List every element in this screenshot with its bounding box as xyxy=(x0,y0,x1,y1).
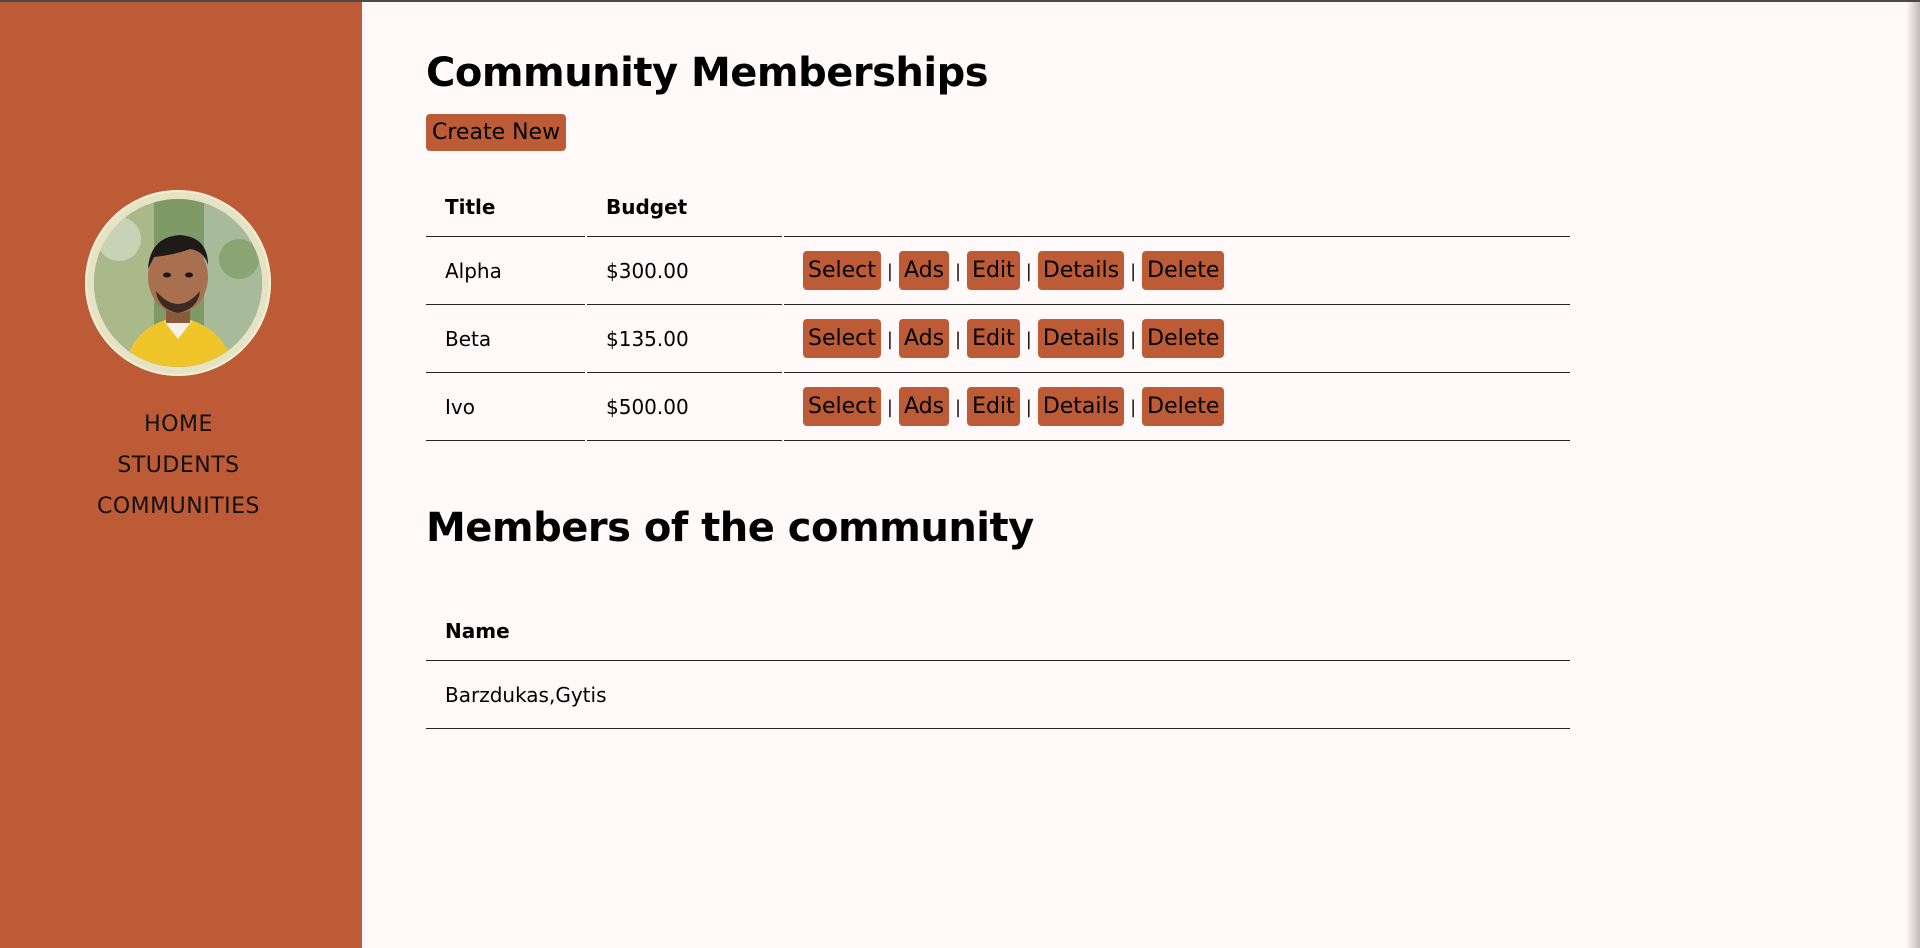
column-header-title: Title xyxy=(426,178,585,237)
create-new-button[interactable]: Create New xyxy=(426,114,567,151)
column-header-actions xyxy=(784,178,1570,237)
avatar-photo xyxy=(94,199,262,367)
edit-button[interactable]: Edit xyxy=(967,319,1020,358)
ads-button[interactable]: Ads xyxy=(898,387,950,426)
details-button[interactable]: Details xyxy=(1037,319,1125,358)
select-button[interactable]: Select xyxy=(803,319,881,358)
action-separator: | xyxy=(955,397,962,418)
membership-title-cell: Alpha xyxy=(426,237,585,305)
action-separator: | xyxy=(1130,397,1137,418)
select-button[interactable]: Select xyxy=(803,251,881,290)
memberships-table: Title Budget Alpha $300.00 Select | Ads | Ed… xyxy=(424,178,1572,441)
table-header-row: Name xyxy=(426,602,1570,661)
nav-home-link[interactable]: HOME xyxy=(0,404,357,445)
edit-button[interactable]: Edit xyxy=(967,251,1020,290)
members-section-title: Members of the community xyxy=(426,505,1034,551)
table-row: Beta $135.00 Select | Ads | Edit | Details | Del… xyxy=(426,305,1570,373)
delete-button[interactable]: Delete xyxy=(1142,319,1225,358)
table-row: Barzdukas,Gytis xyxy=(426,661,1570,729)
column-header-name: Name xyxy=(426,602,1570,661)
sidebar-nav: HOME STUDENTS COMMUNITIES xyxy=(0,404,357,527)
membership-budget-cell: $135.00 xyxy=(587,305,782,373)
action-separator: | xyxy=(955,261,962,282)
column-header-budget: Budget xyxy=(587,178,782,237)
ads-button[interactable]: Ads xyxy=(898,319,950,358)
edit-button[interactable]: Edit xyxy=(967,387,1020,426)
sidebar: HOME STUDENTS COMMUNITIES xyxy=(0,0,362,948)
delete-button[interactable]: Delete xyxy=(1142,387,1225,426)
table-header-row: Title Budget xyxy=(426,178,1570,237)
action-separator: | xyxy=(1130,261,1137,282)
membership-budget-cell: $300.00 xyxy=(587,237,782,305)
table-row: Alpha $300.00 Select | Ads | Edit | Details | De… xyxy=(426,237,1570,305)
page-title: Community Memberships xyxy=(426,50,989,96)
action-separator: | xyxy=(1025,329,1032,350)
member-name-cell: Barzdukas,Gytis xyxy=(426,661,1570,729)
nav-students-link[interactable]: STUDENTS xyxy=(0,445,357,486)
delete-button[interactable]: Delete xyxy=(1142,251,1225,290)
membership-title-cell: Beta xyxy=(426,305,585,373)
table-row: Ivo $500.00 Select | Ads | Edit | Details | Dele… xyxy=(426,373,1570,441)
select-button[interactable]: Select xyxy=(803,387,881,426)
membership-title-cell: Ivo xyxy=(426,373,585,441)
membership-actions-cell: Select | Ads | Edit | Details | Delete xyxy=(784,237,1570,305)
membership-actions-cell: Select | Ads | Edit | Details | Delete xyxy=(784,373,1570,441)
details-button[interactable]: Details xyxy=(1037,251,1125,290)
action-separator: | xyxy=(886,397,893,418)
members-table: Name Barzdukas,Gytis xyxy=(424,602,1572,729)
membership-budget-cell: $500.00 xyxy=(587,373,782,441)
action-separator: | xyxy=(1025,261,1032,282)
action-separator: | xyxy=(886,261,893,282)
window-top-border xyxy=(0,0,1920,2)
action-separator: | xyxy=(1130,329,1137,350)
membership-actions-cell: Select | Ads | Edit | Details | Delete xyxy=(784,305,1570,373)
action-separator: | xyxy=(886,329,893,350)
details-button[interactable]: Details xyxy=(1037,387,1125,426)
ads-button[interactable]: Ads xyxy=(898,251,950,290)
nav-communities-link[interactable]: COMMUNITIES xyxy=(0,486,357,527)
avatar xyxy=(85,190,271,376)
action-separator: | xyxy=(1025,397,1032,418)
action-separator: | xyxy=(955,329,962,350)
window-edge-shadow xyxy=(1906,0,1920,948)
